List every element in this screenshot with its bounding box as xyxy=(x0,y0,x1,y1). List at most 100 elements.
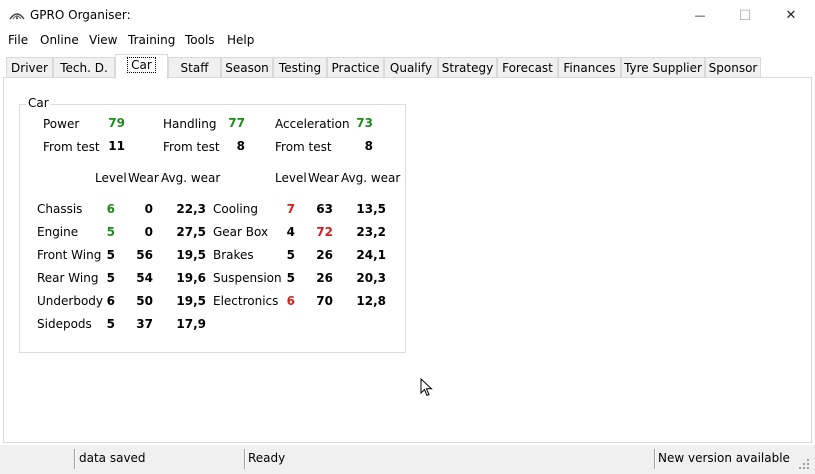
chassis-wear: 0 xyxy=(144,202,153,216)
status-separator xyxy=(74,449,76,469)
brakes-avg-wear: 24,1 xyxy=(356,248,386,262)
suspension-level: 5 xyxy=(286,271,295,285)
tab-season[interactable]: Season xyxy=(221,57,273,78)
brakes-wear: 26 xyxy=(316,248,333,262)
window-title: GPRO Organiser: xyxy=(30,8,131,22)
cooling-avg-wear: 13,5 xyxy=(356,202,386,216)
gear-box-level: 4 xyxy=(286,225,295,239)
gear-box-wear: 72 xyxy=(316,225,333,239)
tab-tyre-supplier[interactable]: Tyre Supplier xyxy=(621,57,705,78)
underbody-level: 6 xyxy=(106,294,115,308)
front-wing-avg-wear: 19,5 xyxy=(176,248,206,262)
menu-training[interactable]: Training xyxy=(128,33,175,47)
chassis-label: Chassis xyxy=(37,202,83,216)
cooling-wear: 63 xyxy=(316,202,333,216)
tab-staff[interactable]: Staff xyxy=(168,57,221,78)
acceleration-label: Acceleration xyxy=(275,117,350,131)
tab-strip: Driver Tech. D. Car Staff Season Testing… xyxy=(0,51,815,79)
power-from-test-value: 11 xyxy=(108,139,125,153)
maximize-button[interactable]: ☐ xyxy=(722,0,768,31)
electronics-label: Electronics xyxy=(213,294,279,308)
suspension-avg-wear: 20,3 xyxy=(356,271,386,285)
engine-avg-wear: 27,5 xyxy=(176,225,206,239)
app-icon xyxy=(9,13,25,20)
menu-view[interactable]: View xyxy=(89,33,117,47)
acceleration-from-test-label: From test xyxy=(275,140,332,154)
cooling-level: 7 xyxy=(286,202,295,216)
status-separator xyxy=(244,449,246,469)
close-button[interactable]: ✕ xyxy=(768,0,814,31)
status-new-version[interactable]: New version available xyxy=(658,451,790,465)
sidepods-wear: 37 xyxy=(136,317,153,331)
status-separator xyxy=(654,449,656,469)
status-ready: Ready xyxy=(248,451,286,465)
tab-testing[interactable]: Testing xyxy=(273,57,327,78)
left-wear-header: Wear xyxy=(128,171,159,185)
acceleration-from-test-value: 8 xyxy=(364,139,373,153)
right-level-header: Level xyxy=(275,171,307,185)
electronics-level: 6 xyxy=(286,294,295,308)
menu-bar: File Online View Training Tools Help xyxy=(0,31,815,51)
tab-driver[interactable]: Driver xyxy=(6,57,53,78)
underbody-wear: 50 xyxy=(136,294,153,308)
handling-label: Handling xyxy=(163,117,217,131)
menu-file[interactable]: File xyxy=(8,33,28,47)
front-wing-label: Front Wing xyxy=(37,248,102,262)
electronics-wear: 70 xyxy=(316,294,333,308)
suspension-label: Suspension xyxy=(213,271,282,285)
mouse-cursor-icon xyxy=(420,378,433,397)
underbody-avg-wear: 19,5 xyxy=(176,294,206,308)
engine-label: Engine xyxy=(37,225,79,239)
rear-wing-label: Rear Wing xyxy=(37,271,99,285)
gear-box-label: Gear Box xyxy=(213,225,269,239)
power-from-test-label: From test xyxy=(43,140,100,154)
menu-help[interactable]: Help xyxy=(227,33,254,47)
tab-forecast[interactable]: Forecast xyxy=(497,57,558,78)
suspension-wear: 26 xyxy=(316,271,333,285)
rear-wing-avg-wear: 19,6 xyxy=(176,271,206,285)
power-label: Power xyxy=(43,117,80,131)
gear-box-avg-wear: 23,2 xyxy=(356,225,386,239)
engine-level: 5 xyxy=(106,225,115,239)
sidepods-level: 5 xyxy=(106,317,115,331)
car-groupbox-title: Car xyxy=(26,96,51,110)
tab-tech-d[interactable]: Tech. D. xyxy=(53,57,115,78)
left-avg-wear-header: Avg. wear xyxy=(161,171,221,185)
tab-car[interactable]: Car xyxy=(115,54,168,79)
status-bar: data saved Ready New version available xyxy=(0,445,815,474)
handling-from-test-value: 8 xyxy=(236,139,245,153)
brakes-level: 5 xyxy=(286,248,295,262)
status-save-state: data saved xyxy=(79,451,146,465)
sidepods-label: Sidepods xyxy=(37,317,92,331)
menu-online[interactable]: Online xyxy=(40,33,79,47)
menu-tools[interactable]: Tools xyxy=(185,33,215,47)
tab-sponsor[interactable]: Sponsor xyxy=(705,57,761,78)
engine-wear: 0 xyxy=(144,225,153,239)
tab-practice[interactable]: Practice xyxy=(327,57,384,78)
right-avg-wear-header: Avg. wear xyxy=(341,171,401,185)
minimize-button[interactable]: — xyxy=(677,0,723,31)
minimize-icon: — xyxy=(694,9,706,22)
acceleration-value: 73 xyxy=(356,116,373,130)
resize-grip-icon[interactable] xyxy=(797,457,811,471)
tab-strategy[interactable]: Strategy xyxy=(438,57,497,78)
chassis-avg-wear: 22,3 xyxy=(176,202,206,216)
tab-finances[interactable]: Finances xyxy=(558,57,621,78)
rear-wing-level: 5 xyxy=(106,271,115,285)
cooling-label: Cooling xyxy=(213,202,258,216)
handling-from-test-label: From test xyxy=(163,140,220,154)
chassis-level: 6 xyxy=(106,202,115,216)
sidepods-avg-wear: 17,9 xyxy=(176,317,206,331)
left-level-header: Level xyxy=(95,171,127,185)
handling-value: 77 xyxy=(228,116,245,130)
tab-car-label: Car xyxy=(127,57,156,73)
power-value: 79 xyxy=(108,116,125,130)
rear-wing-wear: 54 xyxy=(136,271,153,285)
brakes-label: Brakes xyxy=(213,248,254,262)
tab-qualify[interactable]: Qualify xyxy=(384,57,438,78)
front-wing-level: 5 xyxy=(106,248,115,262)
front-wing-wear: 56 xyxy=(136,248,153,262)
electronics-avg-wear: 12,8 xyxy=(356,294,386,308)
title-bar: GPRO Organiser: — ☐ ✕ xyxy=(0,0,815,31)
maximize-icon: ☐ xyxy=(738,7,752,24)
